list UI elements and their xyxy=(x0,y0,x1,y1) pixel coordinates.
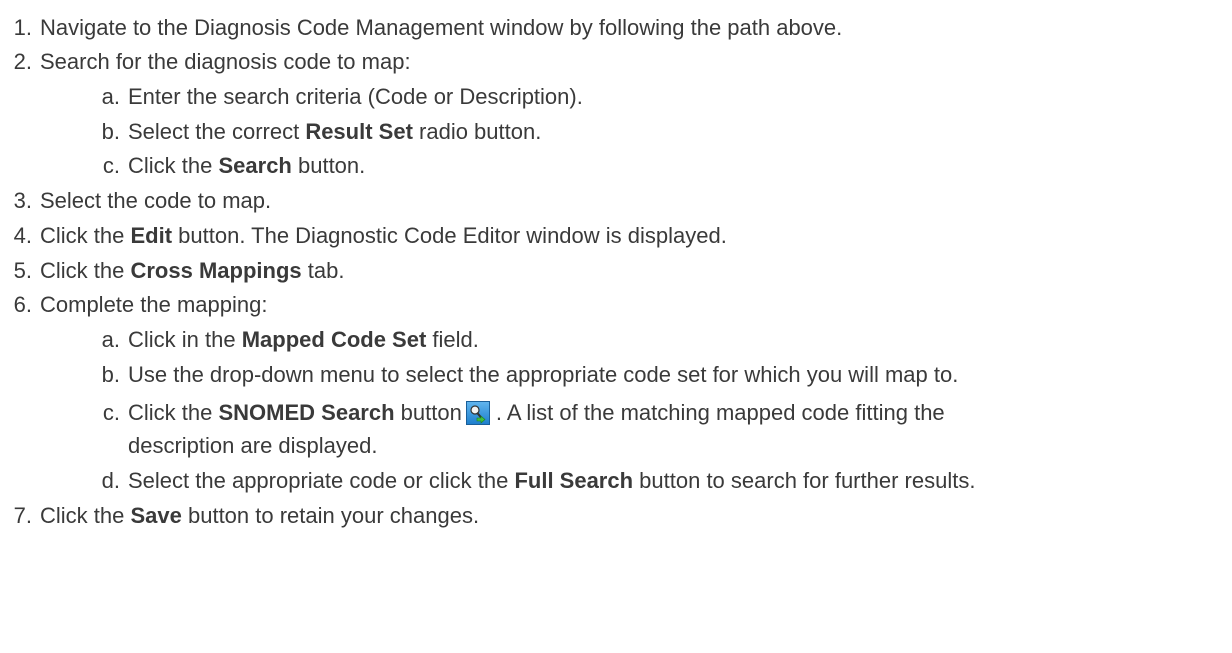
step-text-post: radio button. xyxy=(412,119,542,144)
step-number: c. xyxy=(102,153,120,178)
step-text-post: button xyxy=(394,400,462,425)
step-text-pre: Select the correct xyxy=(128,119,306,144)
step-text-bold: Full Search xyxy=(514,468,634,493)
step-text: Enter the search criteria (Code or Descr… xyxy=(128,84,583,109)
step-text: Click in the Mapped Code Set field. xyxy=(128,324,479,356)
step-text: Click the Search button. xyxy=(128,150,365,182)
step-text: Select the correct Result Set radio butt… xyxy=(128,116,541,148)
step-text-post: button to search for further results. xyxy=(633,468,976,493)
step-text-post2: . A list of the matching mapped code fit… xyxy=(495,400,945,425)
step-number: 7. xyxy=(13,503,32,528)
step-number: b. xyxy=(101,362,120,387)
step-text-pre: Click the xyxy=(128,400,219,425)
step-number: 5. xyxy=(13,258,32,283)
step-text: Use the drop-down menu to select the app… xyxy=(128,362,959,387)
step-text: Complete the mapping: xyxy=(40,292,268,317)
step-number: a. xyxy=(101,84,120,109)
step-text-pre: Click the xyxy=(40,258,131,283)
step-number: 6. xyxy=(13,292,32,317)
step-text-bold: Cross Mappings xyxy=(130,258,302,283)
step-text-bold: Search xyxy=(218,153,292,178)
step-number: a. xyxy=(101,327,120,352)
step-text-pre: Click the xyxy=(40,503,131,528)
step-text: Select the appropriate code or click the… xyxy=(128,465,975,497)
step-text: Navigate to the Diagnosis Code Managemen… xyxy=(40,15,843,40)
snomed-search-icon[interactable] xyxy=(465,401,490,425)
step-text-pre: Click the xyxy=(128,153,219,178)
step-text: Click the Cross Mappings tab. xyxy=(40,255,344,287)
step-text-pre: Click the xyxy=(40,223,131,248)
step-number: c. xyxy=(102,400,120,425)
step-text: Click the SNOMED Search button . A list o… xyxy=(128,397,945,429)
step-text-post: button to retain your changes. xyxy=(181,503,480,528)
step-text: Search for the diagnosis code to map: xyxy=(40,49,411,74)
step-text-post: button. xyxy=(291,153,366,178)
step-text: Click the Edit button. The Diagnostic Co… xyxy=(40,220,727,252)
step-text-bold: Edit xyxy=(130,223,173,248)
step-text-pre: Select the appropriate code or click the xyxy=(128,468,515,493)
step-text-bold: Mapped Code Set xyxy=(241,327,427,352)
step-text-bold: SNOMED Search xyxy=(218,400,395,425)
step-text-post: tab. xyxy=(301,258,345,283)
step-text: description are displayed. xyxy=(128,433,378,458)
step-text-post: field. xyxy=(426,327,479,352)
step-text-pre: Click in the xyxy=(128,327,242,352)
step-text-bold: Result Set xyxy=(305,119,413,144)
step-number: 4. xyxy=(13,223,32,248)
step-number: 1. xyxy=(13,15,32,40)
step-text: Select the code to map. xyxy=(40,188,272,213)
step-text-bold: Save xyxy=(130,503,182,528)
step-number: b. xyxy=(101,119,120,144)
step-number: 2. xyxy=(13,49,32,74)
step-number: d. xyxy=(101,468,120,493)
step-number: 3. xyxy=(13,188,32,213)
instructions-list: 1. Navigate to the Diagnosis Code Manage… xyxy=(0,0,1232,653)
step-text: Click the Save button to retain your cha… xyxy=(40,500,479,532)
step-text-post: button. The Diagnostic Code Editor windo… xyxy=(172,223,727,248)
